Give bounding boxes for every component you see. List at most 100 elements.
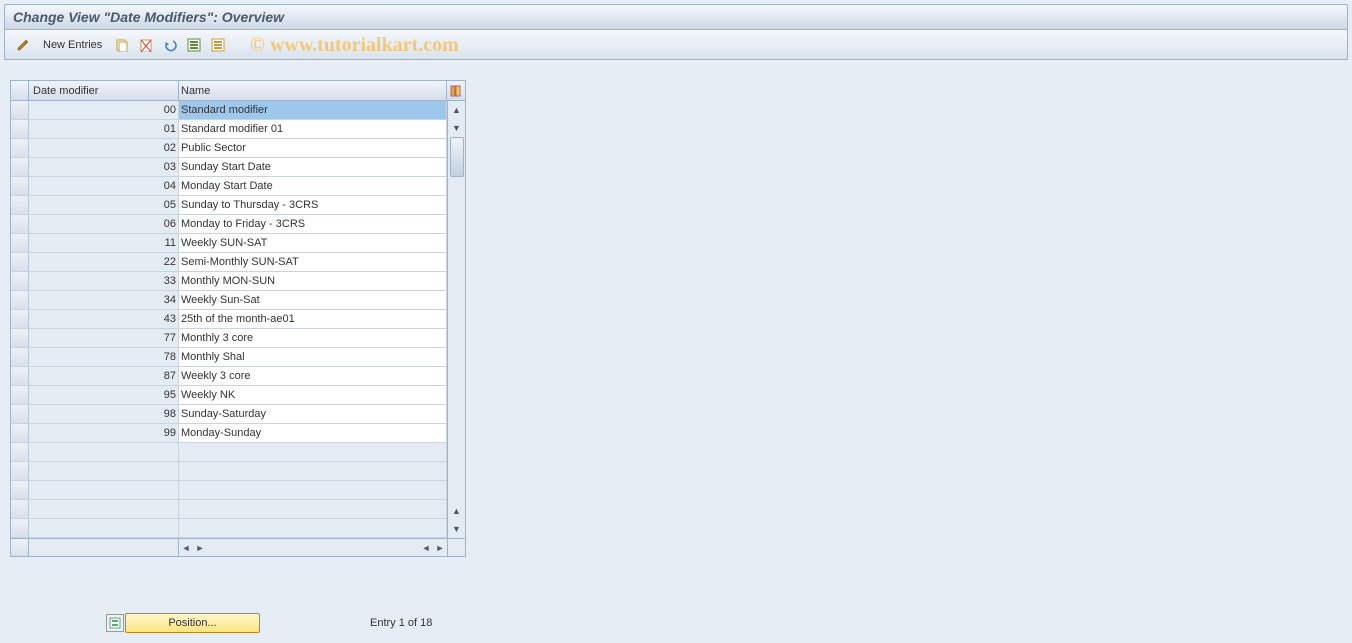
row-select[interactable] bbox=[11, 348, 29, 366]
row-select[interactable] bbox=[11, 120, 29, 138]
scroll-down2-icon[interactable]: ▼ bbox=[448, 520, 465, 538]
row-name[interactable]: Standard modifier 01 bbox=[179, 120, 447, 138]
row-code[interactable]: 02 bbox=[29, 139, 179, 157]
deselect-all-icon[interactable] bbox=[208, 35, 228, 55]
table-row[interactable]: 05Sunday to Thursday - 3CRS bbox=[11, 196, 447, 215]
row-code[interactable]: 87 bbox=[29, 367, 179, 385]
table-settings-icon[interactable] bbox=[447, 81, 465, 100]
row-select[interactable] bbox=[11, 158, 29, 176]
table-row-empty[interactable] bbox=[11, 481, 447, 500]
table-row[interactable]: 99Monday-Sunday bbox=[11, 424, 447, 443]
row-name[interactable] bbox=[179, 519, 447, 537]
row-select[interactable] bbox=[11, 386, 29, 404]
hscroll-right-icon[interactable]: ► bbox=[193, 543, 207, 553]
row-name[interactable]: Monthly Shal bbox=[179, 348, 447, 366]
row-select[interactable] bbox=[11, 196, 29, 214]
row-name[interactable]: Monday to Friday - 3CRS bbox=[179, 215, 447, 233]
row-code[interactable]: 22 bbox=[29, 253, 179, 271]
row-select[interactable] bbox=[11, 500, 29, 518]
row-code[interactable]: 99 bbox=[29, 424, 179, 442]
row-code[interactable]: 05 bbox=[29, 196, 179, 214]
row-name[interactable] bbox=[179, 462, 447, 480]
table-row[interactable]: 77Monthly 3 core bbox=[11, 329, 447, 348]
copy-icon[interactable] bbox=[112, 35, 132, 55]
row-name[interactable]: Weekly Sun-Sat bbox=[179, 291, 447, 309]
row-select[interactable] bbox=[11, 424, 29, 442]
row-code[interactable]: 01 bbox=[29, 120, 179, 138]
row-code[interactable]: 95 bbox=[29, 386, 179, 404]
select-all-col[interactable] bbox=[11, 81, 29, 100]
table-row[interactable]: 95Weekly NK bbox=[11, 386, 447, 405]
select-all-icon[interactable] bbox=[184, 35, 204, 55]
table-row-empty[interactable] bbox=[11, 462, 447, 481]
scroll-track[interactable] bbox=[448, 137, 465, 502]
table-row-empty[interactable] bbox=[11, 500, 447, 519]
hscroll-left2-icon[interactable]: ◄ bbox=[419, 543, 433, 553]
row-code[interactable] bbox=[29, 443, 179, 461]
col-header-name[interactable]: Name bbox=[179, 81, 447, 100]
table-row[interactable]: 4325th of the month-ae01 bbox=[11, 310, 447, 329]
table-row-empty[interactable] bbox=[11, 519, 447, 538]
table-row[interactable]: 11Weekly SUN-SAT bbox=[11, 234, 447, 253]
row-code[interactable]: 98 bbox=[29, 405, 179, 423]
row-name[interactable]: Sunday to Thursday - 3CRS bbox=[179, 196, 447, 214]
row-code[interactable]: 03 bbox=[29, 158, 179, 176]
row-select[interactable] bbox=[11, 405, 29, 423]
row-select[interactable] bbox=[11, 329, 29, 347]
position-icon[interactable] bbox=[106, 614, 124, 632]
row-select[interactable] bbox=[11, 177, 29, 195]
row-select[interactable] bbox=[11, 291, 29, 309]
row-select[interactable] bbox=[11, 101, 29, 119]
hscroll-left-icon[interactable]: ◄ bbox=[179, 543, 193, 553]
row-name[interactable]: Weekly 3 core bbox=[179, 367, 447, 385]
table-row[interactable]: 01Standard modifier 01 bbox=[11, 120, 447, 139]
table-row[interactable]: 06Monday to Friday - 3CRS bbox=[11, 215, 447, 234]
row-select[interactable] bbox=[11, 462, 29, 480]
row-name[interactable]: Weekly SUN-SAT bbox=[179, 234, 447, 252]
row-code[interactable] bbox=[29, 481, 179, 499]
table-row[interactable]: 87Weekly 3 core bbox=[11, 367, 447, 386]
row-select[interactable] bbox=[11, 272, 29, 290]
row-code[interactable]: 33 bbox=[29, 272, 179, 290]
row-name[interactable]: Weekly NK bbox=[179, 386, 447, 404]
row-name[interactable]: Sunday-Saturday bbox=[179, 405, 447, 423]
vertical-scrollbar[interactable]: ▲ ▼ ▲ ▼ bbox=[447, 101, 465, 538]
row-code[interactable]: 00 bbox=[29, 101, 179, 119]
row-name[interactable]: Monthly 3 core bbox=[179, 329, 447, 347]
row-name[interactable]: Semi-Monthly SUN-SAT bbox=[179, 253, 447, 271]
row-name[interactable]: Monday-Sunday bbox=[179, 424, 447, 442]
table-row[interactable]: 98Sunday-Saturday bbox=[11, 405, 447, 424]
table-row[interactable]: 04Monday Start Date bbox=[11, 177, 447, 196]
row-name[interactable]: Monday Start Date bbox=[179, 177, 447, 195]
row-code[interactable]: 77 bbox=[29, 329, 179, 347]
scroll-up-icon[interactable]: ▲ bbox=[448, 101, 465, 119]
row-name[interactable]: 25th of the month-ae01 bbox=[179, 310, 447, 328]
row-name[interactable] bbox=[179, 443, 447, 461]
row-select[interactable] bbox=[11, 481, 29, 499]
table-row[interactable]: 22Semi-Monthly SUN-SAT bbox=[11, 253, 447, 272]
row-select[interactable] bbox=[11, 367, 29, 385]
row-select[interactable] bbox=[11, 443, 29, 461]
row-select[interactable] bbox=[11, 234, 29, 252]
row-code[interactable]: 43 bbox=[29, 310, 179, 328]
row-code[interactable]: 06 bbox=[29, 215, 179, 233]
row-name[interactable]: Standard modifier bbox=[179, 101, 447, 119]
row-code[interactable]: 11 bbox=[29, 234, 179, 252]
row-select[interactable] bbox=[11, 253, 29, 271]
scroll-up2-icon[interactable]: ▲ bbox=[448, 502, 465, 520]
row-code[interactable]: 78 bbox=[29, 348, 179, 366]
table-row[interactable]: 78Monthly Shal bbox=[11, 348, 447, 367]
col-header-code[interactable]: Date modifier bbox=[29, 81, 179, 100]
row-code[interactable]: 34 bbox=[29, 291, 179, 309]
row-name[interactable] bbox=[179, 481, 447, 499]
row-name[interactable]: Public Sector bbox=[179, 139, 447, 157]
table-row[interactable]: 00Standard modifier bbox=[11, 101, 447, 120]
row-name[interactable]: Monthly MON-SUN bbox=[179, 272, 447, 290]
position-button[interactable]: Position... bbox=[125, 613, 260, 633]
scroll-thumb[interactable] bbox=[450, 137, 464, 177]
row-select[interactable] bbox=[11, 215, 29, 233]
change-icon[interactable] bbox=[13, 35, 33, 55]
row-select[interactable] bbox=[11, 519, 29, 537]
undo-icon[interactable] bbox=[160, 35, 180, 55]
delete-icon[interactable] bbox=[136, 35, 156, 55]
